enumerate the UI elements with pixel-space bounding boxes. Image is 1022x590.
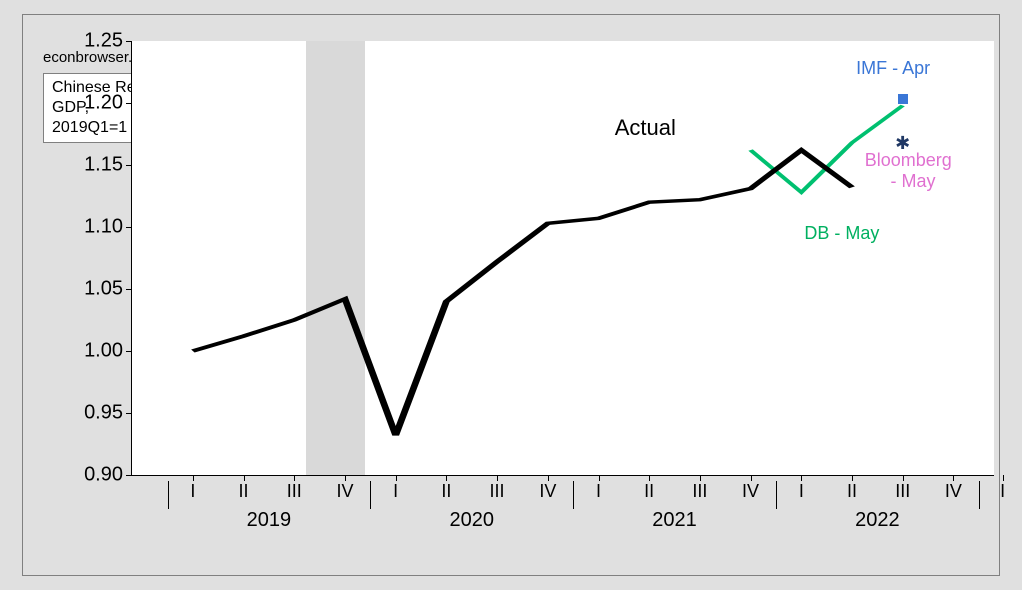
x-year: 2020 [449, 509, 494, 532]
x-quarter: II [441, 481, 451, 502]
x-quarter: III [287, 481, 302, 502]
series-svg [132, 41, 994, 475]
x-year: 2021 [652, 509, 697, 532]
year-divider [776, 481, 777, 509]
year-divider [370, 481, 371, 509]
label-db-may: DB - May [804, 223, 879, 244]
y-tick-mark [126, 351, 132, 352]
x-quarter: I [190, 481, 195, 502]
y-tick: 1.25 [63, 30, 123, 53]
x-quarter: IV [539, 481, 556, 502]
y-tick-mark [126, 103, 132, 104]
series-actual [193, 150, 852, 435]
x-quarter: III [490, 481, 505, 502]
x-quarter: III [692, 481, 707, 502]
x-quarter: III [895, 481, 910, 502]
y-tick-mark [126, 227, 132, 228]
x-quarter: I [1000, 481, 1005, 502]
x-quarter: IV [945, 481, 962, 502]
x-quarter: II [239, 481, 249, 502]
label-imf-apr: IMF - Apr [856, 58, 930, 79]
x-quarter: IV [336, 481, 353, 502]
y-tick: 1.00 [63, 339, 123, 362]
y-tick: 1.05 [63, 277, 123, 300]
x-quarter: I [596, 481, 601, 502]
y-tick: 0.95 [63, 401, 123, 424]
y-tick-mark [126, 475, 132, 476]
x-quarter: II [847, 481, 857, 502]
x-year: 2019 [247, 509, 292, 532]
year-divider [979, 481, 980, 509]
label-bloomberg-l2: - May [891, 171, 936, 192]
year-divider [168, 481, 169, 509]
x-quarter: IV [742, 481, 759, 502]
imf-apr-marker [898, 94, 908, 104]
y-axis-labels: 0.90 0.95 1.00 1.05 1.10 1.15 1.20 1.25 [63, 41, 123, 475]
y-tick: 1.20 [63, 91, 123, 114]
y-tick: 0.90 [63, 464, 123, 487]
y-tick-mark [126, 165, 132, 166]
plot-area: ✱ Actual DB - May IMF - Apr Bloomberg - … [131, 41, 994, 476]
y-tick-mark [126, 289, 132, 290]
recession-shade [306, 41, 365, 475]
label-actual: Actual [615, 115, 676, 141]
chart-frame: econbrowser.com Chinese Real GDP, 2019Q1… [22, 14, 1000, 576]
year-divider [573, 481, 574, 509]
y-tick: 1.15 [63, 153, 123, 176]
x-quarter: I [393, 481, 398, 502]
label-bloomberg-l1: Bloomberg [865, 150, 952, 171]
y-tick-mark [126, 41, 132, 42]
x-quarter: II [644, 481, 654, 502]
y-tick-mark [126, 413, 132, 414]
x-year: 2022 [855, 509, 900, 532]
x-quarter: I [799, 481, 804, 502]
y-tick: 1.10 [63, 215, 123, 238]
